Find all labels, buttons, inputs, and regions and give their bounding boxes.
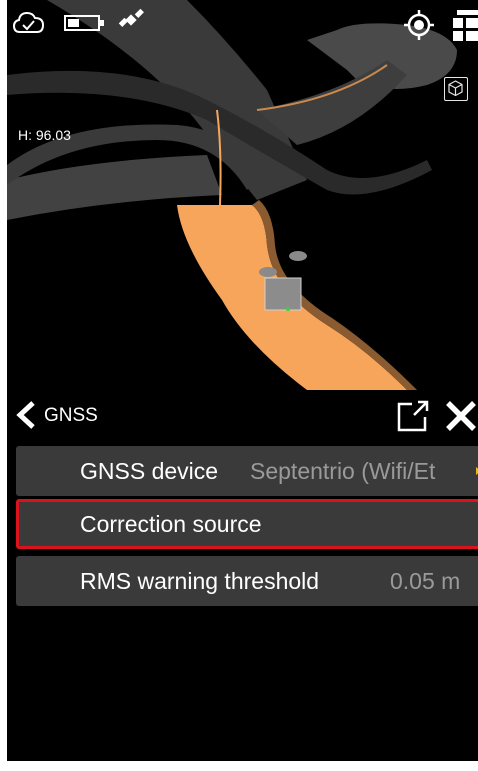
cube-view-button[interactable]	[444, 77, 468, 101]
setting-row-gnss-device[interactable]: GNSS device Septentrio (Wifi/Et	[16, 446, 478, 496]
setting-row-rms-warning-threshold[interactable]: RMS warning threshold 0.05 m	[16, 556, 478, 606]
survey-panel	[264, 277, 302, 311]
settings-panel: GNSS GNSS device Septentrio (Wifi/Et Cor…	[7, 390, 478, 761]
locate-target-icon[interactable]	[402, 8, 436, 42]
rms-warning-threshold-value: 0.05 m	[390, 568, 461, 594]
panel-header: GNSS	[7, 390, 478, 440]
satellite-icon	[118, 8, 144, 27]
battery-icon	[64, 15, 104, 31]
survey-point	[286, 307, 290, 311]
bottom-margin	[0, 761, 478, 771]
close-icon[interactable]	[443, 398, 478, 434]
survey-marker-2	[289, 251, 307, 261]
left-margin	[0, 0, 7, 771]
cloud-check-icon	[12, 11, 45, 33]
survey-marker-1	[259, 267, 277, 277]
popout-icon[interactable]	[395, 398, 431, 434]
app-root: H: 96.03 GNSS GNSS device Septentrio (Wi…	[0, 0, 478, 771]
setting-row-correction-source[interactable]: Correction source	[16, 499, 478, 549]
map-3d-view[interactable]: H: 96.03	[7, 0, 478, 390]
layers-icon[interactable]	[453, 10, 478, 42]
gnss-device-value: Septentrio (Wifi/Et	[250, 458, 436, 484]
road-scene	[7, 0, 457, 390]
rms-warning-threshold-label: RMS warning threshold	[80, 568, 320, 594]
gnss-device-label: GNSS device	[80, 458, 219, 484]
back-chevron-icon[interactable]	[11, 400, 39, 430]
panel-title: GNSS	[44, 405, 98, 426]
correction-source-label: Correction source	[80, 511, 262, 537]
cube-view-icon	[448, 80, 463, 97]
height-readout: H: 96.03	[18, 127, 71, 143]
